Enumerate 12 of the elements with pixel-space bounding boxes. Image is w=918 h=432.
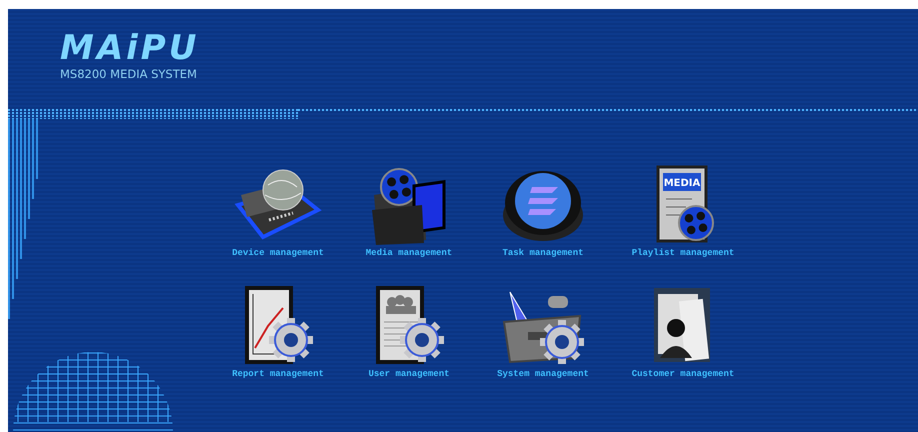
media-document-icon xyxy=(656,166,714,242)
module-link[interactable]: Device management xyxy=(232,248,324,258)
module-link[interactable]: Report management xyxy=(232,369,324,379)
module-link[interactable]: Customer management xyxy=(632,369,734,379)
module-link[interactable]: Playlist management xyxy=(632,248,734,258)
module-link[interactable]: System management xyxy=(497,369,589,379)
product-subtitle: MS8200 MEDIA SYSTEM xyxy=(60,67,198,81)
module-link[interactable]: Media management xyxy=(366,248,452,258)
module-link[interactable]: User management xyxy=(368,369,450,379)
module-link[interactable]: Task management xyxy=(502,248,584,258)
media-label: MEDIA xyxy=(664,178,700,189)
logo: MAiPU xyxy=(60,31,200,65)
